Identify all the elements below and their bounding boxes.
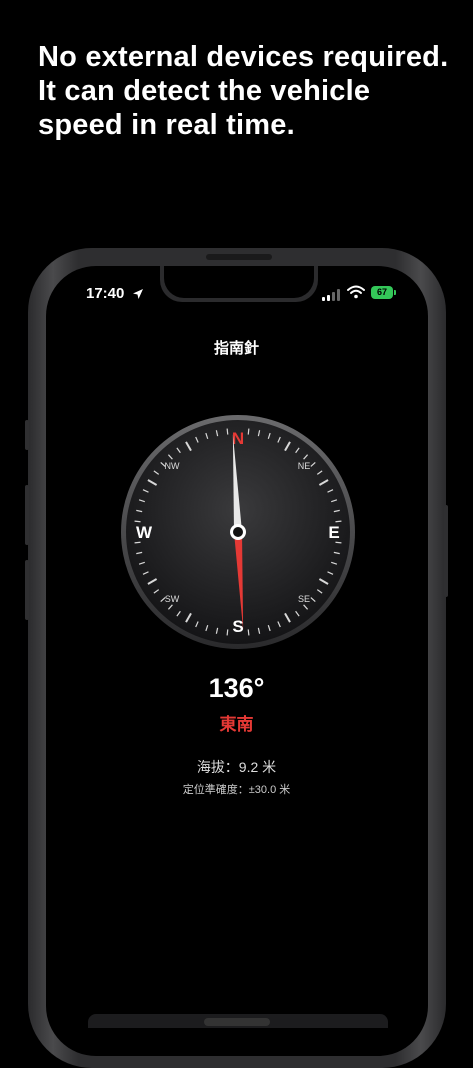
silent-switch (25, 420, 29, 450)
needle-hub-inner (233, 527, 243, 537)
altitude-readout: 海拔：9.2 米 (196, 759, 277, 775)
compass-tick (335, 520, 342, 523)
status-time: 17:40 (86, 285, 125, 302)
heading-degrees: 136° (208, 673, 265, 703)
next-phone-notch (204, 1018, 270, 1026)
south-label: S (232, 617, 243, 636)
cellular-signal-icon (322, 289, 340, 301)
compass-tick (226, 629, 229, 636)
compass-tick (226, 428, 229, 435)
volume-up-button (25, 485, 29, 545)
notch-inner (164, 266, 314, 298)
accuracy-readout: 定位準確度：±30.0 米 (182, 784, 291, 796)
northwest-label: NW (165, 461, 180, 471)
location-arrow-icon (133, 289, 143, 299)
wifi-icon (347, 285, 365, 299)
phone-screen (46, 266, 428, 1056)
screen-title: 指南針 (213, 340, 259, 357)
volume-down-button (25, 560, 29, 620)
compass-tick (247, 428, 250, 435)
promo-headline: No external devices required. It can det… (38, 41, 449, 141)
compass-tick (247, 629, 250, 636)
east-label: E (328, 523, 339, 542)
southeast-label: SE (298, 594, 310, 604)
northeast-label: NE (298, 461, 311, 471)
west-label: W (136, 523, 153, 542)
power-button (444, 505, 448, 597)
compass-tick (134, 541, 141, 544)
compass-dial: N E S W NE SE SW NW (121, 415, 355, 649)
southwest-label: SW (165, 594, 180, 604)
heading-direction: 東南 (219, 715, 254, 734)
battery-icon: 67 (371, 286, 393, 299)
compass-tick (134, 520, 141, 523)
compass-tick (335, 541, 342, 544)
speaker-grille (206, 254, 272, 260)
battery-tip (394, 290, 396, 295)
